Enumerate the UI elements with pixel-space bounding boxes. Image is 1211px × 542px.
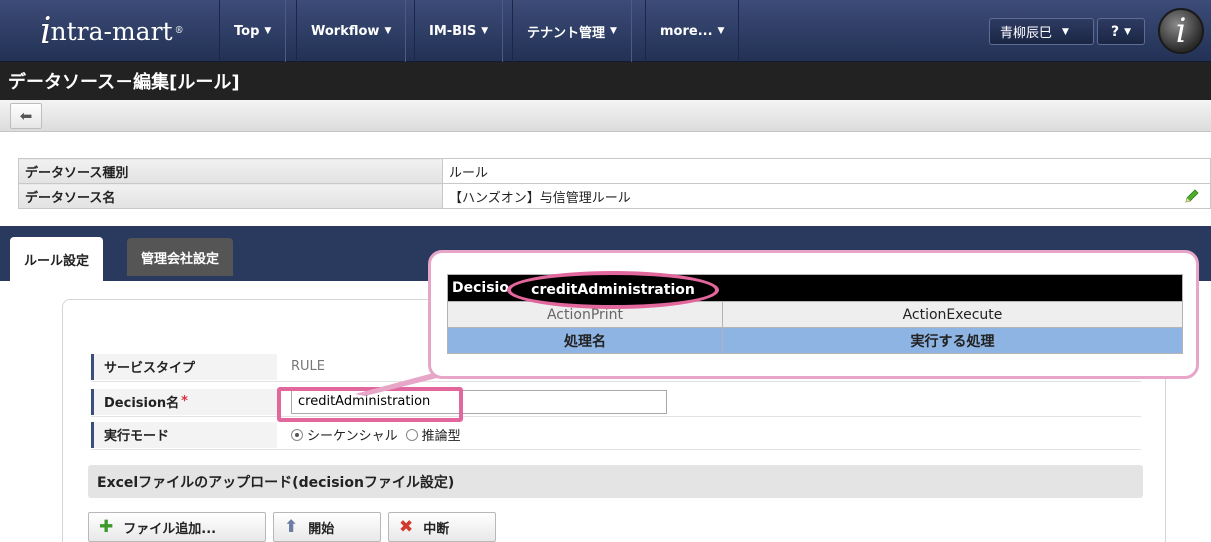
decision-name-label: Decision名 bbox=[104, 396, 180, 411]
nav-item-tenant-management[interactable]: テナント管理 ▼ bbox=[512, 0, 632, 62]
nav-item-label: Workflow bbox=[311, 23, 380, 39]
required-mark: * bbox=[181, 394, 188, 409]
upload-icon: ⬆ bbox=[284, 517, 299, 537]
user-name: 青柳辰巳 bbox=[1000, 26, 1053, 41]
start-upload-button[interactable]: ⬆ 開始 bbox=[273, 512, 381, 542]
tab-label: ルール設定 bbox=[24, 253, 90, 269]
help-menu-button[interactable]: ? ▼ bbox=[1097, 18, 1145, 45]
toolbar: ⬅ bbox=[0, 100, 1211, 132]
avatar-letter: i bbox=[1175, 11, 1187, 51]
nav-item-label: IM-BIS bbox=[429, 23, 477, 39]
execution-mode-options: シーケンシャル 推論型 bbox=[277, 425, 469, 444]
datasource-name-label: データソース名 bbox=[18, 183, 443, 209]
user-menu-button[interactable]: 青柳辰巳 ▼ bbox=[989, 18, 1094, 45]
add-file-button[interactable]: ✚ ファイル追加... bbox=[88, 512, 266, 542]
top-navigation-bar: i ntra-mart ® Top ▼ Workflow ▼ IM-BIS ▼ テナン… bbox=[0, 0, 1211, 62]
execution-mode-label: 実行モード bbox=[91, 421, 277, 448]
arrow-left-icon: ⬅ bbox=[19, 107, 33, 125]
nav-item-label: more... bbox=[660, 23, 713, 39]
process-name-header: 処理名 bbox=[447, 327, 723, 354]
caret-down-icon: ▼ bbox=[1062, 26, 1069, 37]
page-title: データソース－編集[ルール] bbox=[8, 72, 240, 93]
stop-button-label: 中断 bbox=[423, 521, 450, 537]
datasource-type-value: ルール bbox=[442, 158, 1211, 184]
tab-management-company-settings[interactable]: 管理会社設定 bbox=[127, 238, 234, 276]
nav-item-top[interactable]: Top ▼ bbox=[219, 0, 287, 62]
intra-mart-logo[interactable]: i ntra-mart ® bbox=[40, 6, 184, 56]
excel-upload-section-title: Excelファイルのアップロード(decisionファイル設定) bbox=[97, 474, 455, 491]
table-row: データソース種別 ルール bbox=[18, 158, 1211, 184]
tab-rule-settings[interactable]: ルール設定 bbox=[10, 237, 104, 281]
logo-registered-mark: ® bbox=[174, 26, 184, 36]
nav-item-im-bis[interactable]: IM-BIS ▼ bbox=[414, 0, 504, 62]
datasource-info-table: データソース種別 ルール データソース名 【ハンズオン】与信管理ルール bbox=[18, 158, 1211, 209]
caret-down-icon: ▼ bbox=[610, 26, 617, 36]
logo-text: ntra-mart bbox=[50, 16, 173, 46]
service-type-label: サービスタイプ bbox=[91, 353, 277, 380]
service-type-value: RULE bbox=[291, 359, 326, 374]
datasource-name-cell: 【ハンズオン】与信管理ルール bbox=[442, 183, 1211, 209]
datasource-name-value: 【ハンズオン】与信管理ルール bbox=[449, 190, 631, 206]
nav-item-label: テナント管理 bbox=[527, 25, 606, 41]
caret-down-icon: ▼ bbox=[384, 26, 392, 36]
avatar[interactable]: i bbox=[1158, 8, 1204, 54]
radio-sequential[interactable] bbox=[291, 428, 303, 441]
decision-name-callout-text: creditAdministration bbox=[531, 282, 695, 298]
nav-item-label: Top bbox=[234, 23, 260, 39]
close-icon: ✖ bbox=[399, 517, 414, 537]
stop-upload-button[interactable]: ✖ 中断 bbox=[388, 512, 496, 542]
nav-item-more[interactable]: more... ▼ bbox=[645, 0, 740, 62]
decision-name-ellipse-highlight: creditAdministration bbox=[507, 271, 719, 309]
tab-label: 管理会社設定 bbox=[141, 251, 220, 267]
nav-item-workflow[interactable]: Workflow ▼ bbox=[296, 0, 407, 62]
excel-upload-section-header: Excelファイルのアップロード(decisionファイル設定) bbox=[88, 465, 1143, 498]
page-title-bar: データソース－編集[ルール] bbox=[0, 62, 1211, 100]
table-row: データソース名 【ハンズオン】与信管理ルール bbox=[18, 183, 1211, 209]
pencil-edit-icon[interactable] bbox=[1184, 188, 1200, 204]
decision-name-label-cell: Decision名 * bbox=[91, 388, 277, 415]
start-button-label: 開始 bbox=[308, 521, 335, 537]
execute-process-header: 実行する処理 bbox=[722, 327, 1183, 354]
datasource-type-label: データソース種別 bbox=[18, 158, 443, 184]
radio-sequential-label[interactable]: シーケンシャル bbox=[307, 425, 398, 444]
caret-down-icon: ▼ bbox=[1124, 26, 1132, 37]
caret-down-icon: ▼ bbox=[717, 26, 725, 36]
plus-icon: ✚ bbox=[99, 517, 114, 537]
help-label: ? bbox=[1110, 23, 1120, 40]
back-button[interactable]: ⬅ bbox=[10, 103, 42, 129]
decision-name-row: Decision名 * bbox=[91, 387, 1141, 417]
execution-mode-row: 実行モード シーケンシャル 推論型 bbox=[91, 420, 1141, 450]
radio-inference-label[interactable]: 推論型 bbox=[422, 425, 461, 444]
action-execute-cell: ActionExecute bbox=[722, 301, 1183, 328]
add-file-button-label: ファイル追加... bbox=[123, 521, 217, 537]
caret-down-icon: ▼ bbox=[264, 26, 272, 36]
table-row: 処理名 実行する処理 bbox=[447, 327, 1183, 354]
caret-down-icon: ▼ bbox=[481, 26, 489, 36]
callout-connector bbox=[355, 372, 445, 396]
radio-inference[interactable] bbox=[405, 428, 418, 441]
decision-header-prefix: Decisio bbox=[452, 280, 509, 296]
